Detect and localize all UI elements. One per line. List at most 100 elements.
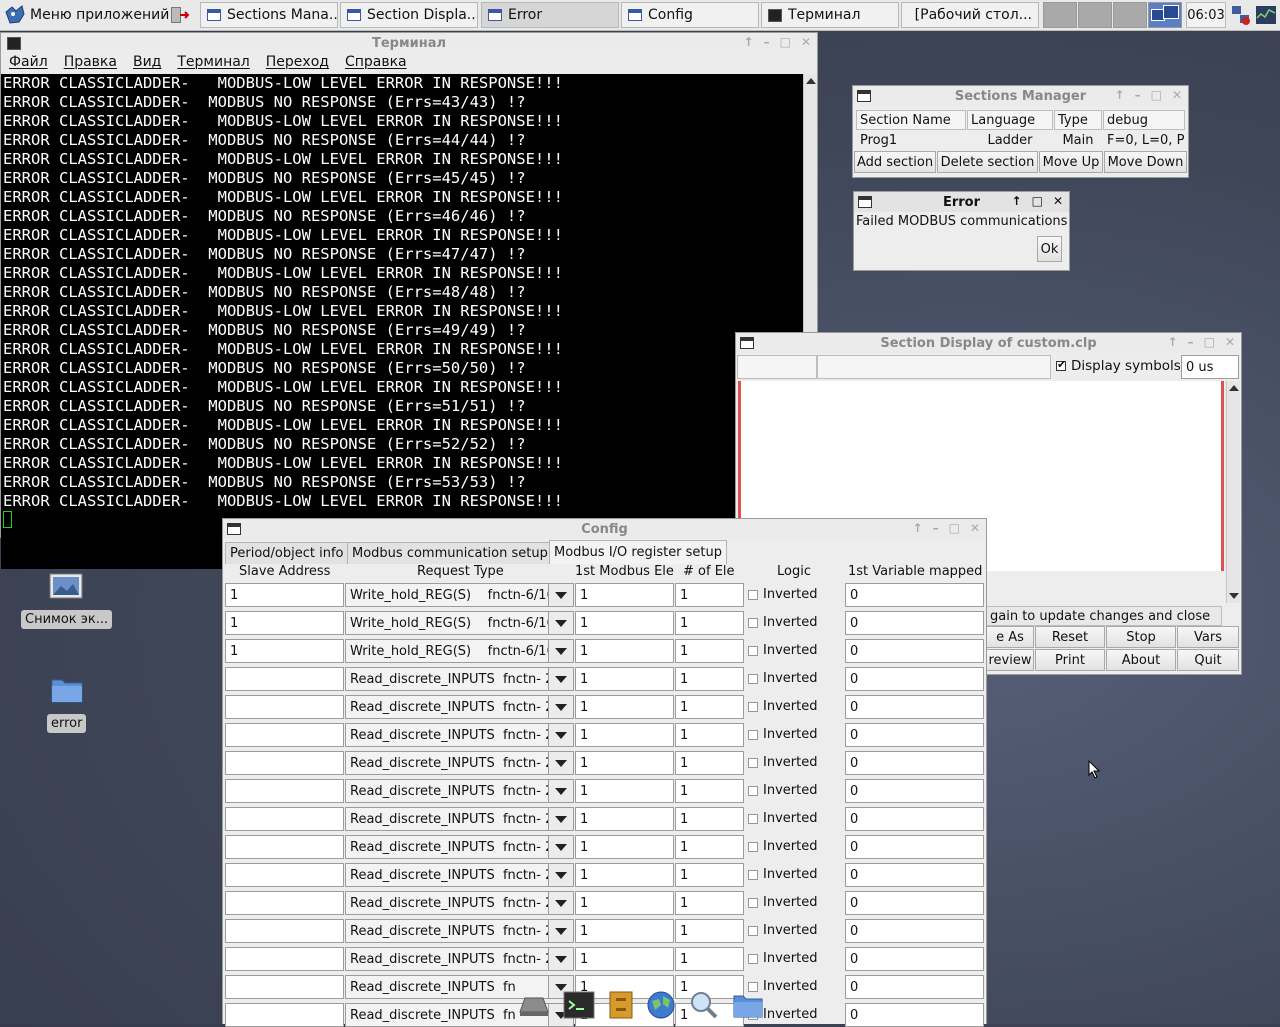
- sections-manager-titlebar[interactable]: Sections Manager ↑ – □ ✕: [853, 86, 1188, 106]
- table-cell[interactable]: Main: [1054, 130, 1102, 150]
- slave-address-field[interactable]: [225, 863, 344, 887]
- request-type-dropdown[interactable]: Read_discrete_INPUTS fnctn- 2: [345, 751, 574, 775]
- keep-above-icon[interactable]: ↑: [744, 35, 754, 49]
- desktop-icon-screenshot[interactable]: Снимок эк...: [20, 568, 114, 634]
- first-variable-mapped-field[interactable]: 0: [845, 1003, 984, 1027]
- first-modbus-element-field[interactable]: 1: [575, 807, 674, 831]
- dropdown-arrow-icon[interactable]: [548, 724, 573, 746]
- element-count-field[interactable]: 1: [675, 947, 744, 971]
- element-count-field[interactable]: 1: [675, 639, 744, 663]
- first-modbus-element-field[interactable]: 1: [575, 583, 674, 607]
- close-icon[interactable]: ✕: [801, 35, 811, 49]
- inverted-checkbox[interactable]: [748, 590, 758, 600]
- dropdown-arrow-icon[interactable]: [548, 808, 573, 830]
- maximize-icon[interactable]: □: [780, 35, 791, 49]
- element-count-field[interactable]: 1: [675, 779, 744, 803]
- toolbar-field-1[interactable]: [737, 355, 817, 379]
- element-count-field[interactable]: 1: [675, 583, 744, 607]
- first-modbus-element-field[interactable]: 1: [575, 919, 674, 943]
- request-type-dropdown[interactable]: Read_discrete_INPUTS fnctn- 2: [345, 947, 574, 971]
- dropdown-arrow-icon[interactable]: [548, 948, 573, 970]
- table-cell[interactable]: Prog1: [856, 130, 966, 150]
- stop-button[interactable]: Stop: [1106, 626, 1176, 648]
- slave-address-field[interactable]: [225, 751, 344, 775]
- dropdown-arrow-icon[interactable]: [548, 836, 573, 858]
- request-type-dropdown[interactable]: Read_discrete_INPUTS fnctn- 2: [345, 863, 574, 887]
- first-variable-mapped-field[interactable]: 0: [845, 779, 984, 803]
- column-header-language[interactable]: Language: [967, 110, 1053, 130]
- close-icon[interactable]: ✕: [1172, 88, 1182, 102]
- column-header-debug[interactable]: debug: [1103, 110, 1185, 130]
- first-modbus-element-field[interactable]: 1: [575, 723, 674, 747]
- first-variable-mapped-field[interactable]: 0: [845, 891, 984, 915]
- dropdown-arrow-icon[interactable]: [548, 668, 573, 690]
- first-modbus-element-field[interactable]: 1: [575, 835, 674, 859]
- request-type-dropdown[interactable]: Read_discrete_INPUTS fnctn- 2: [345, 919, 574, 943]
- inverted-checkbox[interactable]: [748, 618, 758, 628]
- about-button[interactable]: About: [1106, 649, 1176, 671]
- dropdown-arrow-icon[interactable]: [548, 640, 573, 662]
- dropdown-arrow-icon[interactable]: [548, 864, 573, 886]
- slave-address-field[interactable]: [225, 835, 344, 859]
- task-sections-manager[interactable]: Sections Mana...: [200, 2, 338, 28]
- column-header-section-name[interactable]: Section Name: [856, 110, 966, 130]
- column-header-type[interactable]: Type: [1054, 110, 1102, 130]
- slave-address-field[interactable]: 1: [225, 639, 344, 663]
- computer-icon[interactable]: [518, 992, 550, 1018]
- element-count-field[interactable]: 1: [675, 807, 744, 831]
- element-count-field[interactable]: 1: [675, 919, 744, 943]
- search-icon[interactable]: [689, 990, 719, 1020]
- first-variable-mapped-field[interactable]: 0: [845, 807, 984, 831]
- dropdown-arrow-icon[interactable]: [548, 892, 573, 914]
- scroll-down-arrow-icon[interactable]: [1229, 593, 1239, 599]
- first-variable-mapped-field[interactable]: 0: [845, 975, 984, 999]
- first-modbus-element-field[interactable]: 1: [575, 779, 674, 803]
- task-terminal[interactable]: Терминал: [761, 2, 899, 28]
- maximize-icon[interactable]: □: [1204, 335, 1215, 349]
- first-variable-mapped-field[interactable]: 0: [845, 947, 984, 971]
- maximize-icon[interactable]: □: [1151, 88, 1162, 102]
- terminal-output[interactable]: ERROR CLASSICLADDER- MODBUS-LOW LEVEL ER…: [1, 74, 803, 569]
- first-modbus-element-field[interactable]: 1: [575, 751, 674, 775]
- slave-address-field[interactable]: [225, 695, 344, 719]
- first-modbus-element-field[interactable]: 1: [575, 891, 674, 915]
- dropdown-arrow-icon[interactable]: [548, 752, 573, 774]
- first-modbus-element-field[interactable]: 1: [575, 863, 674, 887]
- request-type-dropdown[interactable]: Write_hold_REG(S) fnctn-6/16: [345, 583, 574, 607]
- app-menu-button[interactable]: Меню приложений: [4, 2, 169, 28]
- element-count-field[interactable]: 1: [675, 695, 744, 719]
- inverted-checkbox[interactable]: [748, 926, 758, 936]
- inverted-checkbox[interactable]: [748, 702, 758, 712]
- keep-above-icon[interactable]: ↑: [913, 521, 923, 535]
- workspace-4[interactable]: [1148, 2, 1182, 28]
- task-error[interactable]: Error: [481, 2, 619, 28]
- error-dialog-titlebar[interactable]: Error ↑ □ ✕: [854, 192, 1069, 212]
- minimize-icon[interactable]: –: [933, 521, 939, 535]
- element-count-field[interactable]: 1: [675, 751, 744, 775]
- inverted-checkbox[interactable]: [748, 814, 758, 824]
- section-display-titlebar[interactable]: Section Display of custom.clp ↑ – □ ✕: [736, 333, 1241, 353]
- add-section-button[interactable]: Add section: [854, 151, 936, 173]
- inverted-checkbox[interactable]: [748, 870, 758, 880]
- workspace-1[interactable]: [1043, 2, 1077, 28]
- request-type-dropdown[interactable]: Write_hold_REG(S) fnctn-6/16: [345, 639, 574, 663]
- first-variable-mapped-field[interactable]: 0: [845, 919, 984, 943]
- scroll-up-arrow-icon[interactable]: [806, 78, 816, 84]
- request-type-dropdown[interactable]: Read_discrete_INPUTS fnctn- 2: [345, 723, 574, 747]
- slave-address-field[interactable]: [225, 723, 344, 747]
- request-type-dropdown[interactable]: Read_discrete_INPUTS fnctn- 2: [345, 807, 574, 831]
- scroll-up-arrow-icon[interactable]: [1229, 385, 1239, 391]
- first-variable-mapped-field[interactable]: 0: [845, 695, 984, 719]
- first-variable-mapped-field[interactable]: 0: [845, 667, 984, 691]
- menu-view[interactable]: Вид: [125, 54, 169, 74]
- inverted-checkbox[interactable]: [748, 954, 758, 964]
- slave-address-field[interactable]: [225, 891, 344, 915]
- web-browser-icon[interactable]: [646, 990, 676, 1020]
- workspace-2[interactable]: [1078, 2, 1112, 28]
- quit-button[interactable]: Quit: [1177, 649, 1239, 671]
- minimize-icon[interactable]: –: [764, 35, 770, 49]
- desktop-icon-error-folder[interactable]: error: [40, 672, 94, 738]
- task-config[interactable]: Config: [621, 2, 759, 28]
- tab-period-object-info[interactable]: Period/object info: [225, 542, 349, 564]
- request-type-dropdown[interactable]: Read_discrete_INPUTS fnctn- 2: [345, 891, 574, 915]
